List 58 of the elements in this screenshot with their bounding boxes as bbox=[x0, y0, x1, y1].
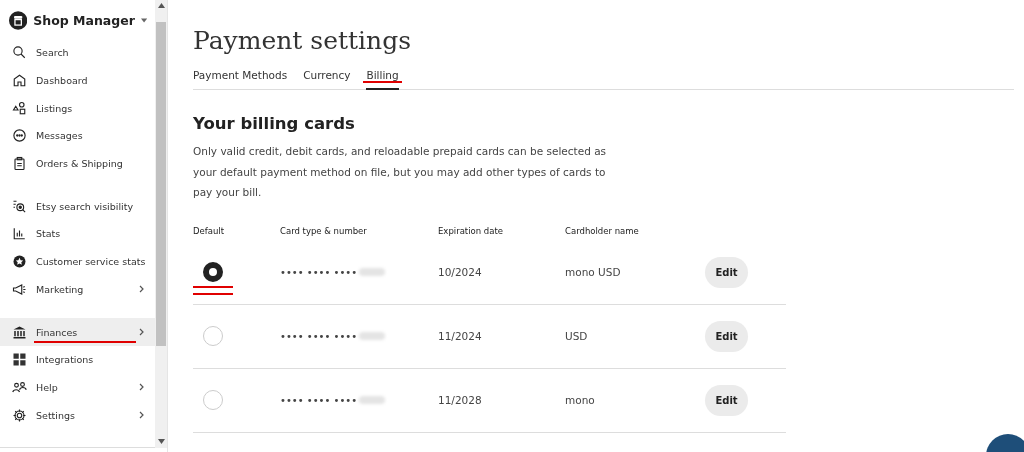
shapes-icon bbox=[12, 100, 27, 116]
section-heading: Your billing cards bbox=[193, 114, 356, 133]
column-header: Expiration date bbox=[438, 225, 504, 236]
cardholder-name: USD bbox=[565, 330, 589, 342]
sidebar-item[interactable]: Listings bbox=[0, 94, 155, 123]
tab[interactable]: Currency bbox=[303, 69, 351, 89]
description-text: Only valid credit, debit cards, and reloadable prepaid cards can be selected as your default payment method on file, but you may add other types of cards to pay your bill. bbox=[193, 144, 608, 200]
shop-logo-icon bbox=[9, 10, 28, 31]
dropdown-caret-icon bbox=[140, 18, 147, 23]
expiration-date: 11/2024 bbox=[438, 330, 483, 342]
card-number: •••• •••• •••• bbox=[280, 394, 358, 406]
sidebar-item[interactable]: Settings bbox=[0, 401, 155, 429]
blurred-digits bbox=[359, 332, 386, 340]
scroll-down-icon[interactable] bbox=[157, 439, 165, 444]
sidebar-item[interactable]: Finances bbox=[0, 318, 155, 346]
sidebar-item[interactable]: Search bbox=[0, 39, 155, 67]
star-badge-icon bbox=[12, 254, 27, 270]
tab[interactable]: Payment Methods bbox=[193, 69, 288, 89]
sidebar-item[interactable]: Dashboard bbox=[0, 66, 155, 95]
magnifier-icon bbox=[12, 198, 27, 214]
sidebar-item[interactable]: Help bbox=[0, 373, 155, 402]
cardholder-name: mono bbox=[565, 394, 596, 406]
column-header: Card type & number bbox=[280, 225, 368, 236]
blurred-digits bbox=[359, 396, 386, 404]
edit-button[interactable]: Edit bbox=[705, 320, 748, 352]
scrollbar-thumb[interactable] bbox=[156, 22, 166, 346]
sidebar-item[interactable]: Integrations bbox=[0, 345, 155, 374]
home-icon bbox=[12, 73, 27, 89]
people-icon bbox=[12, 379, 27, 395]
bar-chart-icon bbox=[12, 226, 27, 242]
bank-icon bbox=[12, 324, 27, 340]
sidebar-item[interactable]: Customer service stats bbox=[0, 247, 155, 276]
blurred-digits bbox=[359, 268, 386, 276]
sidebar-item[interactable]: Stats bbox=[0, 220, 155, 248]
scroll-up-icon[interactable] bbox=[157, 3, 165, 8]
sidebar-item[interactable]: Messages bbox=[0, 122, 155, 150]
sidebar-item[interactable]: Orders & Shipping bbox=[0, 149, 155, 178]
card-number: •••• •••• •••• bbox=[280, 266, 358, 278]
column-header: Cardholder name bbox=[565, 225, 640, 236]
message-icon bbox=[12, 128, 27, 144]
default-radio[interactable] bbox=[203, 262, 223, 282]
tab[interactable]: Billing bbox=[366, 69, 399, 89]
edit-button[interactable]: Edit bbox=[705, 256, 748, 288]
clipboard-icon bbox=[12, 156, 27, 172]
page-title: Payment settings bbox=[193, 26, 412, 55]
grid-icon bbox=[12, 352, 27, 368]
column-header: Default bbox=[193, 225, 226, 236]
edit-button[interactable]: Edit bbox=[705, 384, 748, 416]
expiration-date: 11/2028 bbox=[438, 394, 483, 406]
megaphone-icon bbox=[12, 281, 27, 297]
search-icon bbox=[12, 45, 27, 61]
sidebar-item[interactable]: Etsy search visibility bbox=[0, 192, 155, 221]
expiration-date: 10/2024 bbox=[438, 266, 483, 278]
sidebar-item[interactable]: Marketing bbox=[0, 275, 155, 304]
cardholder-name: mono USD bbox=[565, 266, 622, 278]
card-number: •••• •••• •••• bbox=[280, 330, 358, 342]
settings-icon bbox=[12, 407, 27, 423]
shop-manager-title[interactable]: Shop Manager bbox=[33, 13, 135, 28]
